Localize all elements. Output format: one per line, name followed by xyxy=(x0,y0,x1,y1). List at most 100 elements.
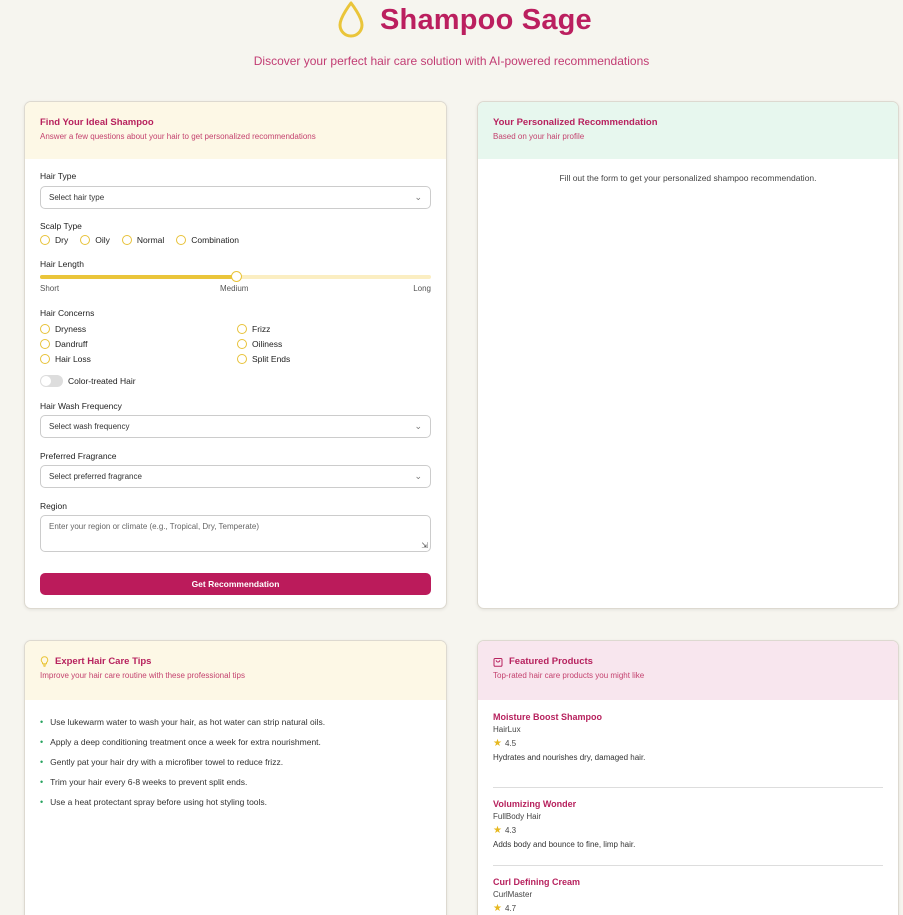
list-item: • Gently pat your hair dry with a microfi… xyxy=(40,757,284,767)
region-placeholder: Enter your region or climate (e.g., Trop… xyxy=(49,522,260,531)
fragrance-select[interactable]: Select preferred fragrance ⌄ xyxy=(40,465,431,488)
hair-type-label: Hair Type xyxy=(40,171,77,181)
checkbox-icon xyxy=(40,324,50,334)
color-treated-row: Color-treated Hair xyxy=(40,375,136,387)
product-brand: CurlMaster xyxy=(493,890,533,899)
radio-icon xyxy=(121,235,132,245)
bullet-icon: • xyxy=(40,737,44,747)
wash-frequency-select[interactable]: Select wash frequency ⌄ xyxy=(40,415,431,438)
star-icon: ★ xyxy=(493,825,502,836)
list-item: • Use a heat protectant spray before usin… xyxy=(40,797,268,807)
tips-card-header: Expert Hair Care Tips Improve your hair … xyxy=(25,641,446,700)
get-recommendation-button[interactable]: Get Recommendation xyxy=(40,573,431,595)
scalp-radio-combination[interactable]: Combination xyxy=(176,235,239,245)
concerns-label: Hair Concerns xyxy=(40,308,95,318)
tips-title: Expert Hair Care Tips xyxy=(55,656,152,667)
form-title: Find Your Ideal Shampoo xyxy=(40,117,154,128)
hair-length-label: Hair Length xyxy=(40,259,84,269)
shampoo-form-card: Find Your Ideal Shampoo Answer a few que… xyxy=(24,101,447,609)
product-name: Moisture Boost Shampoo xyxy=(493,712,603,722)
tips-list: • Use lukewarm water to wash your hair, a… xyxy=(25,700,446,812)
checkbox-icon xyxy=(40,354,50,364)
shopping-bag-icon xyxy=(493,656,503,667)
concern-split-ends[interactable]: Split Ends xyxy=(237,354,290,364)
recommendation-empty-state: Fill out the form to get your personaliz… xyxy=(559,173,817,183)
wash-frequency-value: Select wash frequency xyxy=(49,422,130,431)
bullet-icon: • xyxy=(40,797,44,807)
star-icon: ★ xyxy=(493,738,502,749)
recommendation-card-header: Your Personalized Recommendation Based o… xyxy=(478,102,898,159)
radio-icon xyxy=(176,235,187,245)
color-treated-label: Color-treated Hair xyxy=(68,376,136,386)
concern-frizz[interactable]: Frizz xyxy=(237,324,270,334)
product-rating: ★ 4.7 xyxy=(493,903,517,914)
wash-frequency-label: Hair Wash Frequency xyxy=(40,401,122,411)
recommendation-card: Your Personalized Recommendation Based o… xyxy=(477,101,899,609)
slider-mid-label: Medium xyxy=(220,284,249,293)
chevron-down-icon: ⌄ xyxy=(414,471,422,481)
recommendation-title: Your Personalized Recommendation xyxy=(493,117,658,128)
list-item: • Use lukewarm water to wash your hair, a… xyxy=(40,717,326,727)
brand: Shampoo Sage xyxy=(336,0,592,40)
tips-subtitle: Improve your hair care routine with thes… xyxy=(40,671,245,680)
product-rating: ★ 4.3 xyxy=(493,825,517,836)
hair-type-select[interactable]: Select hair type ⌄ xyxy=(40,186,431,209)
tips-title-row: Expert Hair Care Tips xyxy=(40,656,431,667)
checkbox-icon xyxy=(237,324,247,334)
lightbulb-icon xyxy=(40,656,49,667)
scalp-type-label: Scalp Type xyxy=(40,221,82,231)
concern-dandruff[interactable]: Dandruff xyxy=(40,339,87,349)
tagline: Discover your perfect hair care solution… xyxy=(253,54,650,68)
fragrance-label: Preferred Fragrance xyxy=(40,451,117,461)
color-treated-toggle[interactable] xyxy=(40,375,63,387)
product-item[interactable]: Moisture Boost Shampoo HairLux ★ 4.5 Hydr… xyxy=(493,710,883,788)
scalp-radio-oily[interactable]: Oily xyxy=(80,235,110,245)
concern-oiliness[interactable]: Oiliness xyxy=(237,339,282,349)
product-name: Volumizing Wonder xyxy=(493,799,577,809)
resize-handle-icon[interactable]: ⇲ xyxy=(421,541,428,550)
scalp-radio-dry[interactable]: Dry xyxy=(40,235,68,245)
product-list: Moisture Boost Shampoo HairLux ★ 4.5 Hydr… xyxy=(478,700,898,915)
slider-min-label: Short xyxy=(40,284,60,293)
form-subtitle: Answer a few questions about your hair t… xyxy=(40,132,316,141)
radio-icon xyxy=(40,235,50,245)
checkbox-icon xyxy=(237,339,247,349)
scalp-type-radios: Dry Oily Normal Combination xyxy=(40,235,251,245)
slider-max-label: Long xyxy=(413,284,431,293)
featured-products-card: Featured Products Top-rated hair care pr… xyxy=(477,640,899,915)
products-subtitle: Top-rated hair care products you might l… xyxy=(493,671,645,680)
checkbox-icon xyxy=(40,339,50,349)
bullet-icon: • xyxy=(40,777,44,787)
recommendation-subtitle: Based on your hair profile xyxy=(493,132,585,141)
list-item: • Trim your hair every 6-8 weeks to preve… xyxy=(40,777,248,787)
app-title: Shampoo Sage xyxy=(380,3,592,36)
drop-icon xyxy=(338,1,364,38)
region-label: Region xyxy=(40,501,67,511)
product-description: Hydrates and nourishes dry, damaged hair… xyxy=(493,753,646,762)
fragrance-value: Select preferred fragrance xyxy=(49,472,142,481)
star-icon: ★ xyxy=(493,903,502,914)
scalp-radio-normal[interactable]: Normal xyxy=(121,235,164,245)
product-item[interactable]: Curl Defining Cream CurlMaster ★ 4.7 xyxy=(493,866,883,915)
radio-icon xyxy=(80,235,91,245)
slider-thumb[interactable] xyxy=(230,271,242,282)
bullet-icon: • xyxy=(40,757,44,767)
slider-fill xyxy=(40,275,236,279)
checkbox-icon xyxy=(237,354,247,364)
bullet-icon: • xyxy=(40,717,44,727)
products-card-header: Featured Products Top-rated hair care pr… xyxy=(478,641,898,700)
concern-hair-loss[interactable]: Hair Loss xyxy=(40,354,91,364)
product-item[interactable]: Volumizing Wonder FullBody Hair ★ 4.3 Add… xyxy=(493,788,883,866)
product-rating: ★ 4.5 xyxy=(493,738,517,749)
product-name: Curl Defining Cream xyxy=(493,877,581,887)
product-description: Adds body and bounce to fine, limp hair. xyxy=(493,840,636,849)
region-input[interactable]: Enter your region or climate (e.g., Trop… xyxy=(40,515,431,552)
hair-length-slider[interactable] xyxy=(40,271,431,282)
list-item: • Apply a deep conditioning treatment onc… xyxy=(40,737,321,747)
products-title: Featured Products xyxy=(509,656,593,667)
chevron-down-icon: ⌄ xyxy=(414,421,422,431)
app-header: Shampoo Sage Discover your perfect hair … xyxy=(0,0,903,90)
concern-dryness[interactable]: Dryness xyxy=(40,324,86,334)
product-brand: FullBody Hair xyxy=(493,812,542,821)
tips-card: Expert Hair Care Tips Improve your hair … xyxy=(24,640,447,915)
